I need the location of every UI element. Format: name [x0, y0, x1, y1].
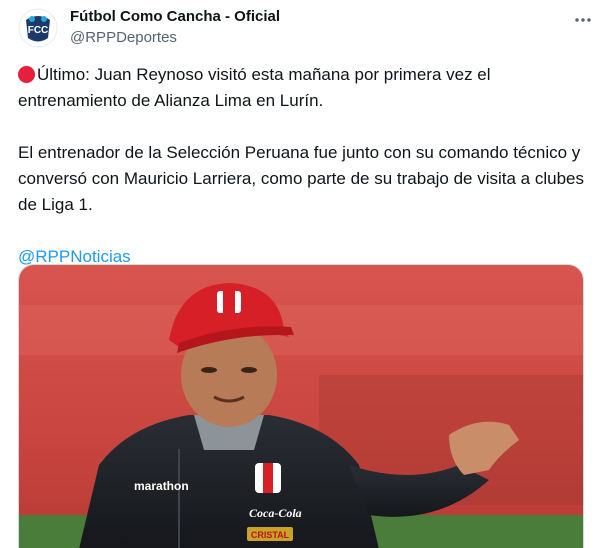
red-circle-icon	[18, 66, 35, 83]
fcc-logo-icon: FCC	[18, 8, 58, 48]
sponsor-cristal: CRISTAL	[251, 530, 290, 540]
tweet-header: Fútbol Como Cancha - Oficial @RPPDeporte…	[70, 8, 280, 47]
tweet-line-1: Último: Juan Reynoso visitó esta mañana …	[18, 65, 491, 110]
tweet-paragraph-2: El entrenador de la Selección Peruana fu…	[18, 143, 585, 214]
avatar-text: FCC	[28, 25, 49, 36]
sponsor-coca-cola: Coca-Cola	[249, 506, 302, 520]
handle[interactable]: @RPPDeportes	[70, 29, 280, 47]
tweet[interactable]: FCC Fútbol Como Cancha - Oficial @RPPDep…	[0, 0, 615, 548]
more-options-button[interactable]	[571, 8, 595, 32]
tweet-text: Último: Juan Reynoso visitó esta mañana …	[18, 62, 593, 270]
coach-photo: marathon Coca-Cola CRISTAL	[19, 265, 583, 548]
tweet-photo[interactable]: marathon Coca-Cola CRISTAL	[18, 264, 584, 548]
display-name[interactable]: Fútbol Como Cancha - Oficial	[70, 8, 280, 26]
jacket-brand: marathon	[134, 479, 189, 493]
tweet-paragraph-1: Último: Juan Reynoso visitó esta mañana …	[18, 62, 593, 114]
avatar[interactable]: FCC	[18, 8, 58, 48]
more-dots-icon	[575, 18, 591, 22]
